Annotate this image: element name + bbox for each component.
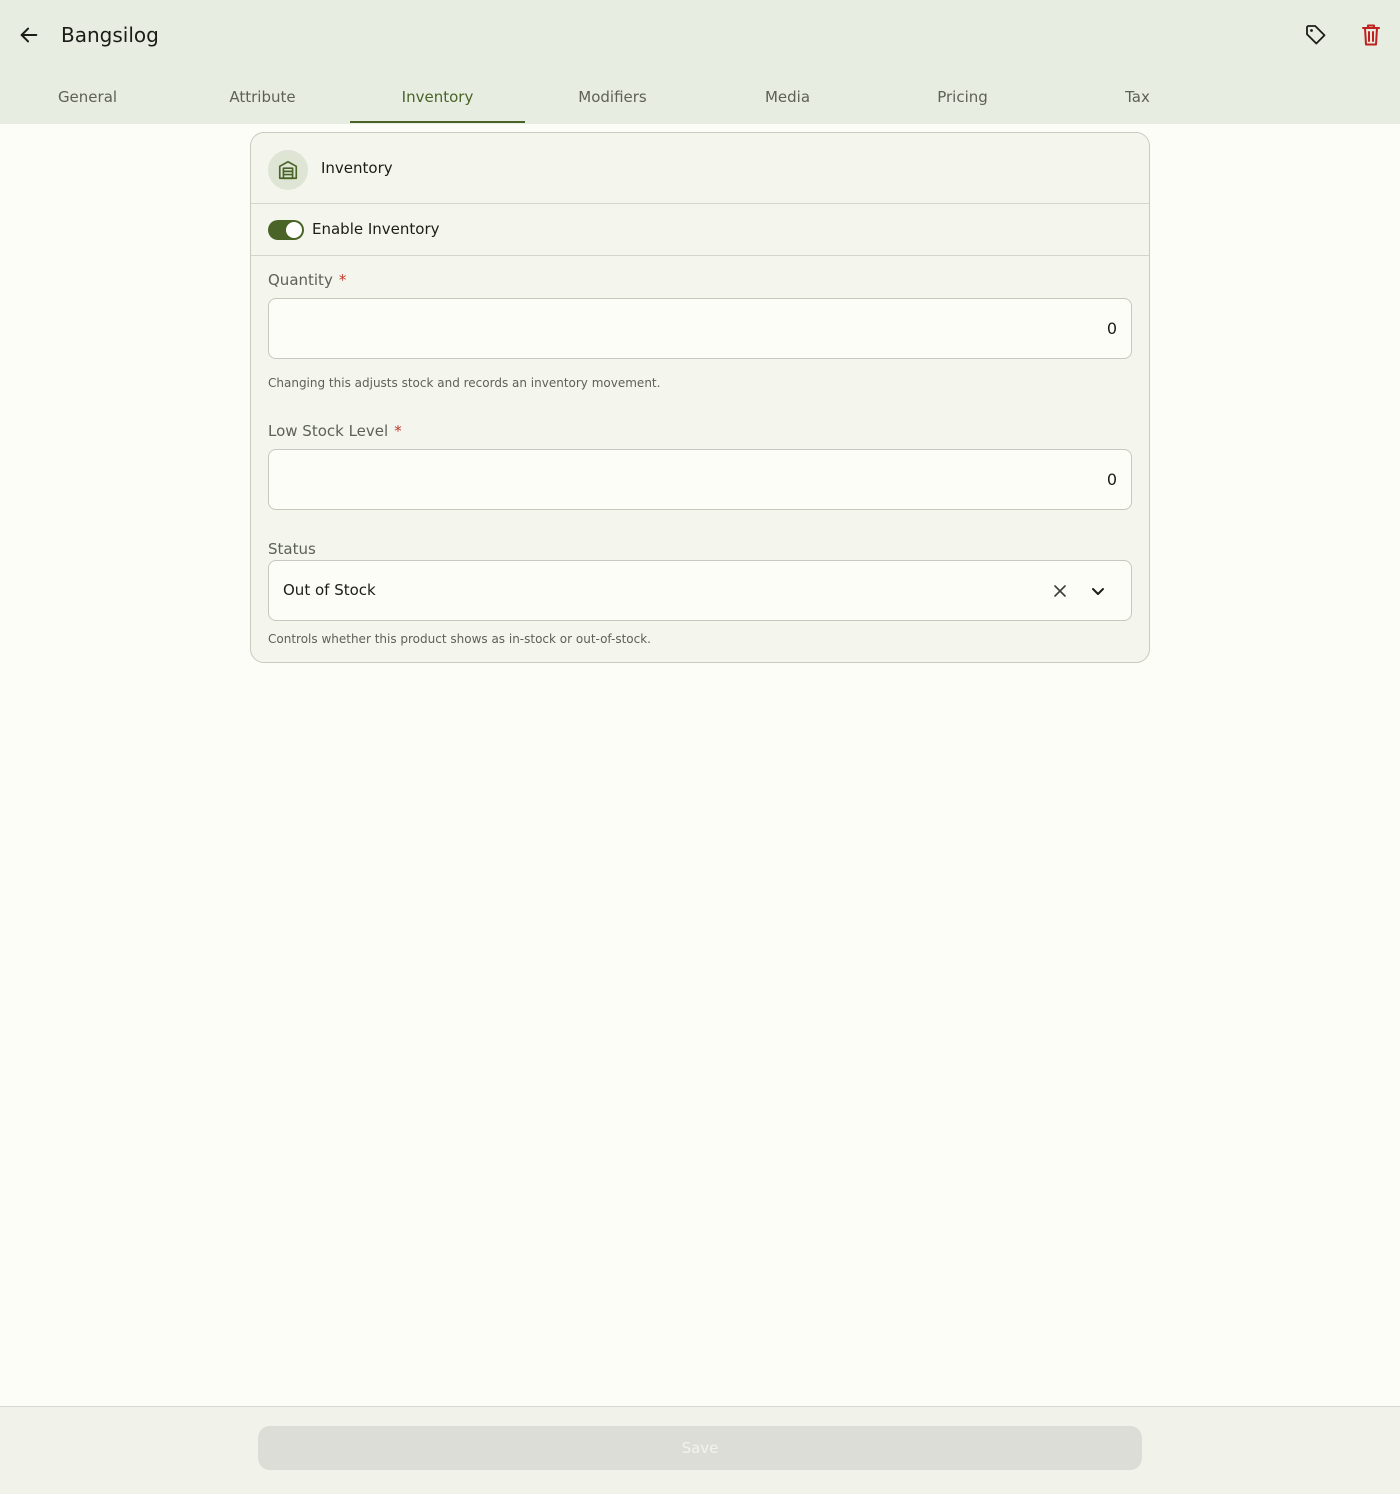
trash-icon	[1362, 24, 1380, 46]
quantity-input[interactable]	[268, 298, 1132, 359]
quantity-label-text: Quantity	[268, 271, 333, 289]
quantity-hint: Changing this adjusts stock and records …	[268, 376, 661, 390]
back-button[interactable]	[14, 20, 44, 50]
required-mark: *	[394, 422, 402, 440]
page-title: Bangsilog	[61, 23, 159, 47]
card-header: Inventory	[251, 133, 1149, 204]
tab-tax[interactable]: Tax	[1050, 70, 1225, 124]
tab-pricing[interactable]: Pricing	[875, 70, 1050, 124]
warehouse-icon-badge	[268, 150, 308, 190]
chevron-down-icon	[1092, 588, 1104, 595]
arrow-left-icon	[20, 27, 38, 43]
quantity-label: Quantity *	[268, 271, 346, 289]
enable-inventory-label: Enable Inventory	[312, 220, 440, 238]
status-dropdown-toggle[interactable]	[1087, 580, 1109, 602]
save-button[interactable]: Save	[258, 1426, 1142, 1470]
enable-inventory-row: Enable Inventory	[251, 204, 1149, 256]
bottom-action-bar: Save	[0, 1406, 1400, 1494]
status-select-value: Out of Stock	[283, 581, 376, 599]
low-stock-label-text: Low Stock Level	[268, 422, 389, 440]
inventory-card: Inventory Enable Inventory Quantity * Cha…	[250, 132, 1150, 663]
low-stock-label: Low Stock Level *	[268, 422, 402, 440]
status-hint: Controls whether this product shows as i…	[268, 632, 651, 646]
required-mark: *	[338, 271, 347, 289]
status-label: Status	[268, 540, 316, 558]
tag-button[interactable]	[1301, 20, 1331, 50]
clear-status-button[interactable]	[1049, 580, 1071, 602]
delete-button[interactable]	[1356, 20, 1386, 50]
status-select[interactable]: Out of Stock	[268, 560, 1132, 621]
switch-knob	[286, 222, 302, 238]
tab-modifiers[interactable]: Modifiers	[525, 70, 700, 124]
warehouse-icon	[278, 160, 298, 180]
low-stock-input[interactable]	[268, 449, 1132, 510]
enable-inventory-switch[interactable]	[268, 220, 304, 240]
tab-attribute[interactable]: Attribute	[175, 70, 350, 124]
card-title: Inventory	[321, 159, 393, 177]
tag-icon	[1306, 25, 1326, 45]
top-app-bar: Bangsilog General Attribute Inventory Mo…	[0, 0, 1400, 124]
tab-bar: General Attribute Inventory Modifiers Me…	[0, 70, 1400, 124]
tab-media[interactable]: Media	[700, 70, 875, 124]
tab-general[interactable]: General	[0, 70, 175, 124]
close-icon	[1054, 585, 1066, 597]
tab-inventory[interactable]: Inventory	[350, 70, 525, 124]
